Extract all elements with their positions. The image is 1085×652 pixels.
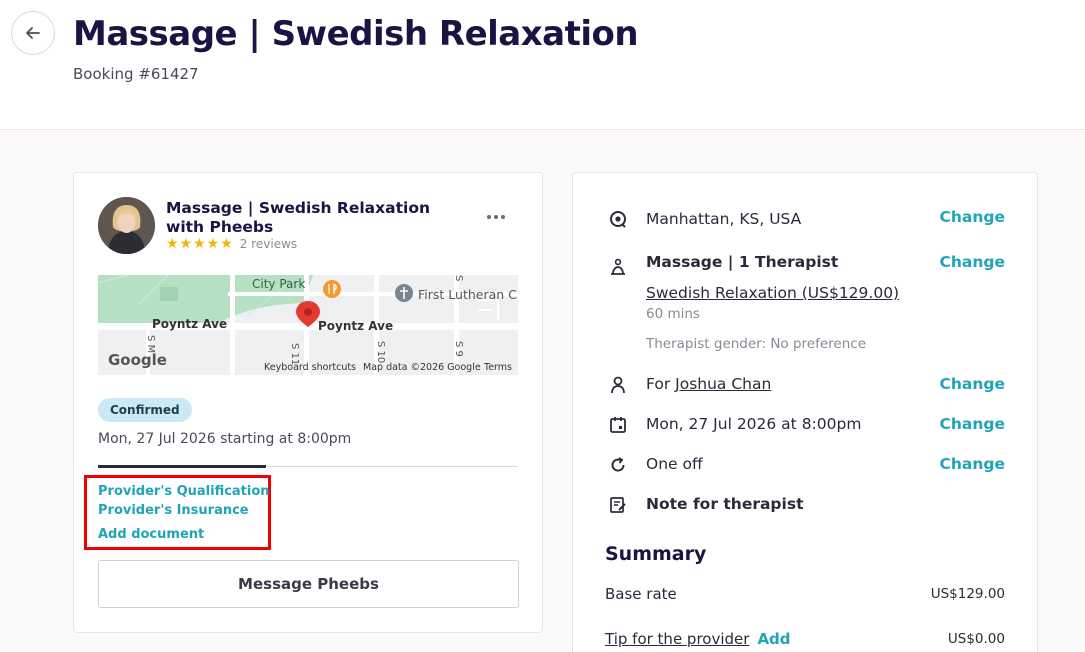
map-label-s10: S 10 (375, 341, 386, 364)
back-button[interactable] (11, 11, 55, 55)
change-service-link[interactable]: Change (939, 253, 1005, 271)
location-text: Manhattan, KS, USA (646, 210, 802, 228)
therapist-gender-text: Therapist gender: No preference (646, 336, 867, 352)
for-prefix: For (646, 375, 671, 393)
calendar-icon (608, 415, 628, 435)
treatment-link[interactable]: Swedish Relaxation (US$129.00) (646, 284, 899, 302)
add-tip-link[interactable]: Add (757, 630, 790, 648)
map-label-s9: S 9 (453, 341, 464, 357)
page-header: Massage | Swedish Relaxation Booking #61… (0, 0, 1085, 130)
tab-active-indicator (98, 465, 266, 468)
provider-rating: ★★★★★ 2 reviews (166, 236, 297, 252)
booking-details-card: Manhattan, KS, USA Change Massage | 1 Th… (572, 172, 1038, 652)
repeat-icon (608, 455, 628, 475)
page-title: Massage | Swedish Relaxation (73, 14, 639, 54)
map-label-park: City Park (252, 277, 306, 291)
map-data-credit: Map data ©2026 Google (363, 362, 481, 373)
change-client-link[interactable]: Change (939, 375, 1005, 393)
client-name-link[interactable]: Joshua Chan (675, 375, 771, 393)
tip-label-link[interactable]: Tip for the provider (605, 630, 749, 648)
booking-datetime: Mon, 27 Jul 2026 at 8:00pm (646, 415, 862, 433)
keyboard-shortcuts-link[interactable]: Keyboard shortcuts (264, 362, 356, 373)
change-location-link[interactable]: Change (939, 208, 1005, 226)
provider-service-title: Massage | Swedish Relaxation with Pheebs (166, 199, 430, 236)
duration-text: 60 mins (646, 306, 700, 322)
map-label-s-top: S (453, 275, 464, 282)
change-frequency-link[interactable]: Change (939, 455, 1005, 473)
reviews-count[interactable]: 2 reviews (240, 237, 297, 251)
add-document-link[interactable]: Add document (98, 527, 204, 542)
google-logo: Google (108, 351, 167, 369)
frequency-text: One off (646, 455, 703, 473)
map-label-church: First Lutheran C (418, 287, 517, 302)
base-rate-value: US$129.00 (930, 586, 1005, 602)
massage-icon (608, 257, 628, 277)
provider-avatar[interactable] (98, 197, 155, 254)
star-rating-icon: ★★★★★ (166, 236, 234, 252)
restaurant-icon (323, 280, 341, 298)
booking-for: For Joshua Chan (646, 375, 771, 393)
person-icon (608, 375, 628, 395)
map-terms-link[interactable]: Terms (484, 362, 512, 373)
tip-value: US$0.00 (947, 631, 1005, 647)
message-provider-button[interactable]: Message Pheebs (98, 560, 519, 608)
booking-number: Booking #61427 (73, 65, 199, 83)
provider-qualification-link[interactable]: Provider's Qualification (98, 484, 270, 499)
provider-insurance-link[interactable]: Provider's Insurance (98, 503, 249, 518)
note-icon (608, 495, 628, 515)
summary-title: Summary (605, 543, 707, 565)
status-badge: Confirmed (98, 398, 192, 422)
service-text: Massage | 1 Therapist (646, 253, 839, 271)
change-datetime-link[interactable]: Change (939, 415, 1005, 433)
more-dots-icon (487, 215, 491, 219)
base-rate-label: Base rate (605, 585, 677, 603)
map-label-street: Poyntz Ave (152, 317, 228, 331)
church-icon (395, 284, 413, 302)
provider-card: Massage | Swedish Relaxation with Pheebs… (73, 172, 543, 633)
location-map[interactable]: City Park First Lutheran C Poyntz Ave Po… (98, 275, 518, 375)
note-for-therapist[interactable]: Note for therapist (646, 495, 803, 513)
tip-row: Tip for the provider Add (605, 630, 791, 648)
location-icon (608, 209, 628, 229)
more-options-button[interactable] (482, 207, 510, 227)
arrow-left-icon (26, 27, 40, 39)
booking-time: Mon, 27 Jul 2026 starting at 8:00pm (98, 431, 352, 447)
map-label-street: Poyntz Ave (318, 319, 394, 333)
